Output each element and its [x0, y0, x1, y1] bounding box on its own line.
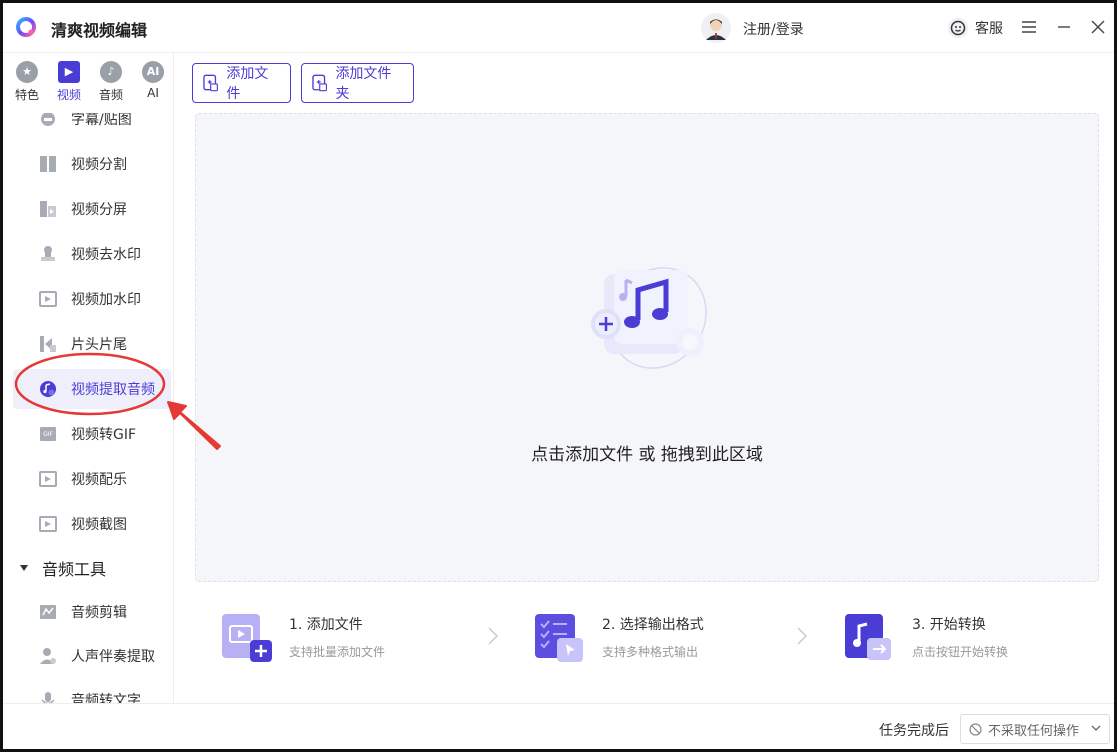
step-select-format: 2. 选择输出格式 支持多种格式输出	[535, 610, 735, 666]
extract-audio-icon	[40, 381, 56, 397]
menu-item-intro-outro[interactable]: 片头片尾	[13, 324, 171, 364]
audio-cut-icon	[40, 605, 56, 619]
split-screen-icon	[40, 201, 56, 217]
menu-item-audio-cut[interactable]: 音频剪辑	[13, 592, 171, 632]
gif-icon: GIF	[40, 427, 56, 441]
audio-icon: ♪	[100, 61, 122, 83]
menu-item-remove-watermark[interactable]: 视频去水印	[13, 234, 171, 274]
menu-item-add-watermark[interactable]: 视频加水印	[13, 279, 171, 319]
add-folder-icon	[312, 74, 328, 92]
menu-item-extract-audio[interactable]: 视频提取音频	[13, 369, 171, 409]
support-label: 客服	[975, 21, 1003, 37]
menu-item-video-split[interactable]: 视频分割	[13, 144, 171, 184]
support-button[interactable]: 客服	[947, 16, 1003, 40]
step-2-title: 2. 选择输出格式	[602, 617, 704, 633]
menu-item-video-split-screen[interactable]: 视频分屏	[13, 189, 171, 229]
footer-bar: 任务完成后 不采取任何操作	[3, 703, 1114, 749]
add-file-icon	[203, 74, 218, 92]
caret-down-icon	[20, 565, 28, 571]
app-title: 清爽视频编辑	[51, 21, 148, 40]
minimize-icon	[1058, 26, 1070, 28]
tab-featured[interactable]: ★ 特色	[6, 53, 48, 113]
drop-zone-text: 点击添加文件 或 拖拽到此区域	[531, 445, 763, 465]
add-audio-illustration-icon	[591, 267, 707, 369]
vocal-icon	[40, 648, 56, 664]
music-icon	[39, 471, 57, 487]
support-icon	[948, 18, 968, 38]
watermark-icon	[39, 291, 57, 307]
split-icon	[40, 156, 56, 172]
section-audio-tools[interactable]: 音频工具	[17, 553, 167, 583]
app-logo-icon	[16, 17, 36, 37]
step-convert-icon	[845, 614, 891, 660]
star-icon: ★	[16, 61, 38, 83]
intro-outro-icon	[40, 336, 56, 352]
close-button[interactable]	[1086, 15, 1110, 39]
step-add-file-icon	[222, 614, 272, 662]
hamburger-icon	[1022, 21, 1036, 33]
title-bar: 清爽视频编辑 注册/登录 客服	[3, 3, 1114, 53]
menu-item-video-music[interactable]: 视频配乐	[13, 459, 171, 499]
mic-icon	[41, 692, 55, 703]
add-file-button[interactable]: 添加文件	[192, 63, 291, 103]
app-window: 清爽视频编辑 注册/登录 客服 字幕/贴图 视频分割 视频分屏 视频去水印 视频…	[0, 0, 1117, 752]
after-task-select[interactable]: 不采取任何操作	[960, 714, 1110, 744]
chevron-right-icon	[488, 627, 499, 645]
menu-item-video-to-gif[interactable]: GIF 视频转GIF	[13, 414, 171, 454]
after-task-label: 任务完成后	[879, 723, 949, 739]
menu-item-vocal-extract[interactable]: 人声伴奏提取	[13, 636, 171, 676]
step-2-desc: 支持多种格式输出	[602, 645, 699, 659]
film-icon: ▶	[58, 61, 80, 83]
svg-text:GIF: GIF	[43, 431, 53, 438]
chevron-right-icon	[797, 627, 808, 645]
step-format-icon	[535, 614, 583, 662]
category-tabs: ★ 特色 ▶ 视频 ♪ 音频 AI AI	[3, 53, 173, 113]
minimize-button[interactable]	[1052, 15, 1076, 39]
tab-ai[interactable]: AI AI	[132, 53, 173, 113]
step-1-title: 1. 添加文件	[289, 617, 363, 633]
user-avatar-icon[interactable]	[700, 12, 732, 44]
menu-item-audio-to-text[interactable]: 音频转文字	[13, 680, 171, 703]
add-folder-button[interactable]: 添加文件夹	[301, 63, 414, 103]
ai-icon: AI	[142, 61, 164, 83]
file-drop-zone[interactable]: 点击添加文件 或 拖拽到此区域	[195, 113, 1099, 582]
close-icon	[1091, 20, 1105, 34]
step-1-desc: 支持批量添加文件	[289, 645, 386, 659]
step-start-convert: 3. 开始转换 点击按钮开始转换	[845, 610, 1045, 666]
tab-video[interactable]: ▶ 视频	[48, 53, 90, 113]
sidebar: 字幕/贴图 视频分割 视频分屏 视频去水印 视频加水印 片头片尾 视频提取音频 …	[3, 53, 174, 703]
login-link[interactable]: 注册/登录	[743, 19, 804, 39]
step-3-desc: 点击按钮开始转换	[912, 645, 1009, 659]
menu-button[interactable]	[1017, 15, 1041, 39]
chevron-down-icon	[1091, 725, 1101, 731]
stamp-icon	[41, 246, 55, 261]
tab-audio[interactable]: ♪ 音频	[90, 53, 132, 113]
step-add-file: 1. 添加文件 支持批量添加文件	[222, 610, 422, 666]
menu-item-video-screenshot[interactable]: 视频截图	[13, 504, 171, 544]
no-action-icon	[969, 722, 982, 736]
step-3-title: 3. 开始转换	[912, 617, 986, 633]
screenshot-icon	[39, 516, 57, 532]
